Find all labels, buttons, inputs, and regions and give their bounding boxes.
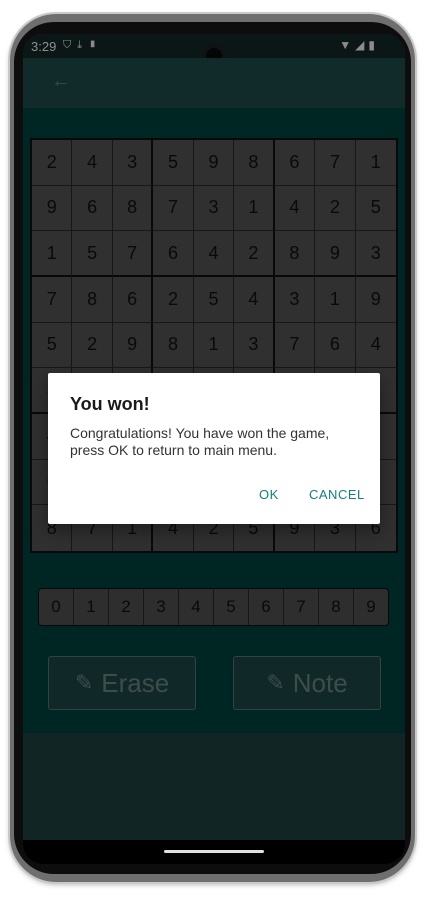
cancel-button[interactable]: CANCEL [309, 487, 365, 502]
screen: 3:29 ⛉⤓▮ ▼◢▮ ← 2435986719687314251576428… [23, 34, 405, 864]
win-dialog: You won! Congratulations! You have won t… [48, 373, 380, 524]
ok-button[interactable]: OK [259, 487, 279, 502]
home-gesture-handle[interactable] [164, 850, 264, 853]
navigation-bar [23, 840, 405, 864]
dialog-title: You won! [70, 394, 150, 414]
dialog-message: Congratulations! You have won the game, … [70, 425, 330, 458]
